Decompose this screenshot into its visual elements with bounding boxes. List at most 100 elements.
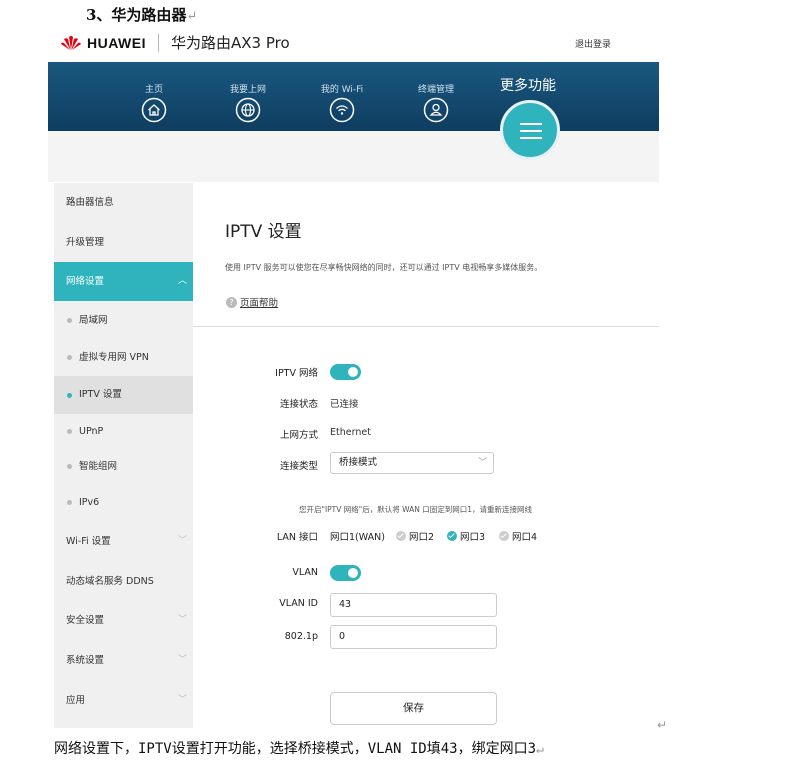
sidebar-item-label: 动态域名服务 DDNS bbox=[66, 576, 154, 587]
sidebar-item-security[interactable]: 安全设置 ﹀ bbox=[54, 601, 193, 640]
doc-heading: 3、华为路由器↵ bbox=[86, 6, 198, 24]
iptv-toggle[interactable] bbox=[330, 364, 361, 380]
nav-label: 我要上网 bbox=[229, 85, 266, 95]
chevron-down-icon: ﹀ bbox=[177, 655, 187, 665]
nav-item-home[interactable]: 主页 bbox=[124, 82, 184, 123]
huawei-logo: HUAWEI 华为路由AX3 Pro bbox=[60, 32, 290, 53]
check-icon bbox=[447, 531, 457, 541]
sidebar-item-label: 智能组网 bbox=[79, 461, 118, 472]
nav-label: 终端管理 bbox=[417, 85, 454, 95]
nav-label: 主页 bbox=[144, 85, 163, 95]
sidebar-item-upnp[interactable]: UPnP bbox=[54, 412, 193, 451]
menu-icon[interactable] bbox=[500, 100, 560, 160]
vlan-id-input[interactable]: 43 bbox=[330, 593, 497, 617]
sidebar-item-router-info[interactable]: 路由器信息 bbox=[54, 183, 193, 222]
port-label: 网口1(WAN) bbox=[330, 532, 385, 543]
header-band bbox=[48, 131, 659, 182]
iptv-hint: 您开启"IPTV 网络"后，默认将 WAN 口固定到网口1，请重新连接网线 bbox=[299, 505, 533, 514]
bullet-icon bbox=[67, 318, 72, 323]
chevron-up-icon: ︿ bbox=[177, 276, 187, 286]
nav-item-more[interactable]: 更多功能 bbox=[500, 75, 556, 95]
paragraph-mark: ↵ bbox=[536, 742, 544, 757]
product-name: 华为路由AX3 Pro bbox=[171, 34, 290, 52]
user-icon bbox=[423, 97, 449, 123]
page-title: IPTV 设置 bbox=[225, 222, 302, 242]
8021p-label: 802.1p bbox=[284, 631, 318, 642]
logout-link[interactable]: 退出登录 bbox=[575, 37, 611, 50]
check-icon bbox=[499, 531, 509, 541]
nav-label: 我的 Wi-Fi bbox=[320, 85, 364, 95]
sidebar-item-label: IPv6 bbox=[79, 497, 100, 508]
sidebar-item-label: UPnP bbox=[79, 426, 104, 437]
sidebar-item-ddns[interactable]: 动态域名服务 DDNS bbox=[54, 562, 193, 601]
bullet-icon bbox=[67, 500, 72, 505]
wan-value: Ethernet bbox=[330, 427, 371, 438]
chevron-down-icon: ﹀ bbox=[477, 458, 487, 468]
bullet-icon bbox=[67, 355, 72, 360]
sidebar-item-label: 系统设置 bbox=[66, 655, 105, 666]
port-label: 网口2 bbox=[409, 532, 435, 543]
help-label: 页面帮助 bbox=[240, 298, 279, 309]
select-value: 桥接模式 bbox=[339, 457, 378, 468]
sidebar-item-network[interactable]: 网络设置 ︿ bbox=[54, 262, 193, 301]
vlan-label: VLAN bbox=[292, 567, 318, 578]
bullet-icon bbox=[67, 393, 72, 398]
sidebar-item-ipv6[interactable]: IPv6 bbox=[54, 483, 193, 522]
doc-caption: 网络设置下，IPTV设置打开功能，选择桥接模式，VLAN ID填43，绑定网口3… bbox=[54, 741, 544, 757]
iptv-label: IPTV 网络 bbox=[275, 368, 318, 379]
status-label: 连接状态 bbox=[279, 399, 318, 410]
sidebar-item-upgrade[interactable]: 升级管理 bbox=[54, 223, 193, 262]
sidebar-item-label: 局域网 bbox=[79, 315, 108, 326]
wan-label: 上网方式 bbox=[279, 430, 318, 441]
connection-type-select[interactable]: 桥接模式 ﹀ bbox=[330, 452, 494, 474]
sidebar-item-label: 安全设置 bbox=[66, 615, 105, 626]
bullet-icon bbox=[67, 429, 72, 434]
vlan-toggle[interactable] bbox=[330, 565, 361, 581]
sidebar-item-label: 路由器信息 bbox=[66, 197, 114, 208]
chevron-down-icon: ﹀ bbox=[177, 536, 187, 546]
question-icon: ? bbox=[226, 296, 237, 308]
sidebar-item-label: 应用 bbox=[66, 695, 86, 706]
port-label: 网口3 bbox=[460, 532, 486, 543]
page-description: 使用 IPTV 服务可以使您在尽享畅快网络的同时，还可以通过 IPTV 电视畅享… bbox=[225, 263, 543, 272]
sidebar-item-label: 网络设置 bbox=[66, 276, 105, 287]
8021p-input[interactable]: 0 bbox=[330, 625, 497, 649]
sidebar-item-vpn[interactable]: 虚拟专用网 VPN bbox=[54, 338, 193, 377]
bullet-icon bbox=[67, 464, 72, 469]
home-icon bbox=[141, 97, 167, 123]
sidebar-item-iptv[interactable]: IPTV 设置 bbox=[54, 376, 193, 414]
brand-name: HUAWEI bbox=[87, 34, 146, 51]
save-button[interactable]: 保存 bbox=[330, 692, 497, 725]
sidebar-item-label: 虚拟专用网 VPN bbox=[79, 352, 149, 363]
sidebar-item-lan[interactable]: 局域网 bbox=[54, 301, 193, 340]
lan-port-label: LAN 接口 bbox=[276, 532, 318, 543]
connection-type-label: 连接类型 bbox=[279, 461, 318, 472]
sidebar-item-system[interactable]: 系统设置 ﹀ bbox=[54, 641, 193, 680]
nav-item-devices[interactable]: 终端管理 bbox=[406, 82, 466, 123]
sidebar: 路由器信息 升级管理 网络设置 ︿ 局域网 虚拟专用网 VPN IPTV 设置 U… bbox=[54, 183, 193, 728]
sidebar-item-label: Wi-Fi 设置 bbox=[66, 536, 111, 547]
port-option-1[interactable]: 网口1(WAN) bbox=[330, 529, 385, 543]
nav-item-wifi[interactable]: 我的 Wi-Fi bbox=[312, 82, 372, 123]
sidebar-item-apps[interactable]: 应用 ﹀ bbox=[54, 681, 193, 720]
status-value: 已连接 bbox=[330, 399, 359, 410]
help-link[interactable]: ? 页面帮助 bbox=[226, 295, 278, 309]
huawei-logo-icon bbox=[61, 35, 81, 50]
sidebar-item-label: IPTV 设置 bbox=[79, 389, 122, 400]
top-nav: 主页 我要上网 我的 Wi-Fi 终端管理 更多功能 bbox=[48, 62, 659, 131]
vlan-id-label: VLAN ID bbox=[279, 598, 318, 609]
paragraph-mark: ↵ bbox=[186, 9, 198, 24]
sidebar-item-mesh[interactable]: 智能组网 bbox=[54, 447, 193, 486]
check-icon bbox=[396, 531, 406, 541]
wifi-icon bbox=[329, 97, 355, 123]
paragraph-mark: ↵ bbox=[657, 718, 668, 732]
chevron-down-icon: ﹀ bbox=[177, 695, 187, 705]
header-separator bbox=[158, 33, 159, 52]
port-option-3[interactable]: 网口3 bbox=[447, 529, 485, 543]
divider bbox=[193, 326, 659, 327]
sidebar-item-wifi[interactable]: Wi-Fi 设置 ﹀ bbox=[54, 522, 193, 561]
port-label: 网口4 bbox=[512, 532, 538, 543]
port-option-2[interactable]: 网口2 bbox=[396, 529, 434, 543]
port-option-4[interactable]: 网口4 bbox=[499, 529, 537, 543]
nav-item-internet[interactable]: 我要上网 bbox=[218, 82, 278, 123]
